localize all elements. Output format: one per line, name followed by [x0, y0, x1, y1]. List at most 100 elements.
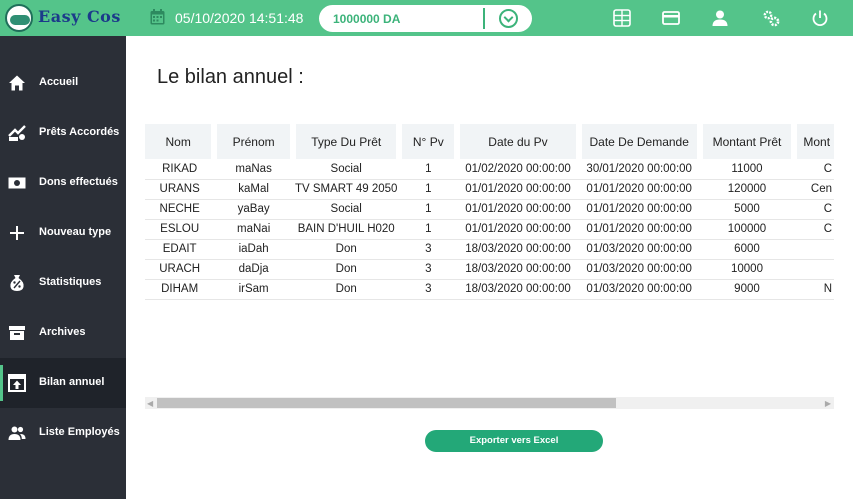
upload-icon	[8, 374, 26, 392]
table-cell: 01/01/2020 00:00:00	[578, 219, 700, 240]
column-header-nom[interactable]: Nom	[145, 124, 215, 159]
sidebar-item-liste-employes[interactable]: Liste Employés	[0, 408, 126, 458]
sidebar-item-statistiques[interactable]: Statistiques	[0, 258, 126, 308]
scroll-right-arrow-icon[interactable]: ▶	[825, 399, 831, 408]
table-row[interactable]: EDAIT iaDah Don 3 18/03/2020 00:00:00 01/03/2…	[145, 239, 834, 260]
table-row[interactable]: ESLOU maNai BAIN D'HUIL H020 1 01/01/2020 00…	[145, 219, 834, 240]
logo-text: Easy Cos	[38, 7, 121, 26]
table-row[interactable]: DIHAM irSam Don 3 18/03/2020 00:00:00 01/03/2…	[145, 279, 834, 300]
table-cell: Don	[292, 279, 400, 300]
table-cell: daDja	[214, 259, 293, 280]
user-icon[interactable]	[711, 9, 729, 27]
column-header-n-pv[interactable]: N° Pv	[396, 124, 458, 159]
sidebar-item-nouveau-type[interactable]: Nouveau type	[0, 208, 126, 258]
table-cell: Social	[292, 159, 400, 180]
table-cell: 3	[399, 259, 458, 280]
settings-icon[interactable]	[762, 9, 780, 27]
bilan-table: Nom Prénom Type Du Prêt N° Pv Date du Pv…	[145, 124, 834, 300]
plus-icon	[10, 226, 24, 240]
column-header-montant-pret[interactable]: Montant Prêt	[696, 124, 795, 159]
table-cell	[794, 259, 834, 280]
table-cell: 18/03/2020 00:00:00	[457, 259, 579, 280]
table-row[interactable]: URACH daDja Don 3 18/03/2020 00:00:00 01/03/2…	[145, 259, 834, 280]
balance-value: 1000000 DA	[333, 12, 401, 26]
table-cell: 1	[399, 199, 458, 220]
table-cell: 01/02/2020 00:00:00	[457, 159, 579, 180]
scrollbar-thumb[interactable]	[157, 398, 616, 408]
table-cell: NECHE	[145, 199, 215, 220]
sidebar-item-dons-effectues[interactable]: Dons effectués	[0, 158, 126, 208]
table-cell: 01/01/2020 00:00:00	[578, 199, 700, 220]
column-header-date-de-demande[interactable]: Date De Demande	[575, 124, 700, 159]
sidebar-item-label: Accueil	[39, 76, 79, 88]
app-logo[interactable]: Easy Cos	[0, 0, 126, 36]
balance-divider	[483, 8, 485, 29]
calendar-icon	[150, 9, 165, 25]
stats-icon	[10, 275, 24, 291]
archive-icon	[9, 326, 25, 340]
logo-emblem	[5, 4, 33, 32]
table-row[interactable]: RIKAD maNas Social 1 01/02/2020 00:00:00 30/0…	[145, 159, 834, 180]
table-cell: 01/01/2020 00:00:00	[457, 179, 579, 200]
excel-icon[interactable]	[613, 9, 631, 27]
table-row[interactable]: URANS kaMal TV SMART 49 2050 1 01/01/2020 00…	[145, 179, 834, 200]
column-header-date-du-pv[interactable]: Date du Pv	[454, 124, 579, 159]
table-cell: 3	[399, 239, 458, 260]
sidebar: Accueil Prêts Accordés Dons effectués No…	[0, 36, 126, 499]
bilan-table-container: Nom Prénom Type Du Prêt N° Pv Date du Pv…	[145, 124, 834, 314]
home-icon	[9, 75, 25, 91]
table-cell: irSam	[214, 279, 293, 300]
chevron-down-icon	[503, 12, 514, 23]
table-cell: C	[794, 199, 834, 220]
scroll-left-arrow-icon[interactable]: ◀	[147, 399, 153, 408]
table-cell: yaBay	[214, 199, 293, 220]
table-cell: N	[794, 279, 834, 300]
table-cell: kaMal	[214, 179, 293, 200]
sidebar-item-label: Archives	[39, 326, 86, 338]
people-icon	[8, 426, 26, 440]
sidebar-item-label: Liste Employés	[39, 426, 120, 438]
balance-field: 1000000 DA	[319, 5, 532, 32]
table-cell: 120000	[699, 179, 795, 200]
table-cell: 11000	[699, 159, 795, 180]
table-cell: 01/03/2020 00:00:00	[578, 279, 700, 300]
table-cell: Social	[292, 199, 400, 220]
sidebar-item-archives[interactable]: Archives	[0, 308, 126, 358]
column-header-type-du-pret[interactable]: Type Du Prêt	[289, 124, 400, 159]
balance-dropdown-button[interactable]	[499, 9, 518, 28]
table-cell: C	[794, 219, 834, 240]
table-cell: C	[794, 159, 834, 180]
table-cell: 18/03/2020 00:00:00	[457, 239, 579, 260]
table-cell: maNai	[214, 219, 293, 240]
table-cell: 10000	[699, 259, 795, 280]
sidebar-item-prets-accordes[interactable]: Prêts Accordés	[0, 108, 126, 158]
table-cell: RIKAD	[145, 159, 215, 180]
table-cell: 3	[399, 279, 458, 300]
table-cell: 1	[399, 159, 458, 180]
table-header-row: Nom Prénom Type Du Prêt N° Pv Date du Pv…	[145, 124, 834, 159]
sidebar-item-label: Prêts Accordés	[39, 126, 120, 138]
top-bar: Easy Cos 05/10/2020 14:51:48 1000000 DA	[0, 0, 853, 36]
power-icon[interactable]	[811, 9, 829, 27]
column-header-montant-truncated[interactable]: Mont	[791, 124, 834, 159]
table-cell: URANS	[145, 179, 215, 200]
table-cell: 01/01/2020 00:00:00	[457, 219, 579, 240]
table-cell: 01/03/2020 00:00:00	[578, 259, 700, 280]
horizontal-scrollbar[interactable]: ◀ ▶	[145, 397, 834, 409]
sidebar-item-label: Bilan annuel	[39, 376, 105, 388]
table-cell: EDAIT	[145, 239, 215, 260]
table-cell: maNas	[214, 159, 293, 180]
sidebar-item-bilan-annuel[interactable]: Bilan annuel	[0, 358, 126, 408]
current-datetime: 05/10/2020 14:51:48	[175, 10, 304, 26]
table-cell: Don	[292, 239, 400, 260]
export-excel-button[interactable]: Exporter vers Excel	[425, 430, 603, 452]
sidebar-item-accueil[interactable]: Accueil	[0, 58, 126, 108]
page-title: Le bilan annuel :	[157, 66, 304, 88]
table-cell: BAIN D'HUIL H020	[292, 219, 400, 240]
active-indicator	[0, 365, 3, 401]
table-cell: iaDah	[214, 239, 293, 260]
card-icon[interactable]	[662, 9, 680, 27]
column-header-prenom[interactable]: Prénom	[211, 124, 293, 159]
table-row[interactable]: NECHE yaBay Social 1 01/01/2020 00:00:00 01/0…	[145, 199, 834, 220]
table-cell: Don	[292, 259, 400, 280]
